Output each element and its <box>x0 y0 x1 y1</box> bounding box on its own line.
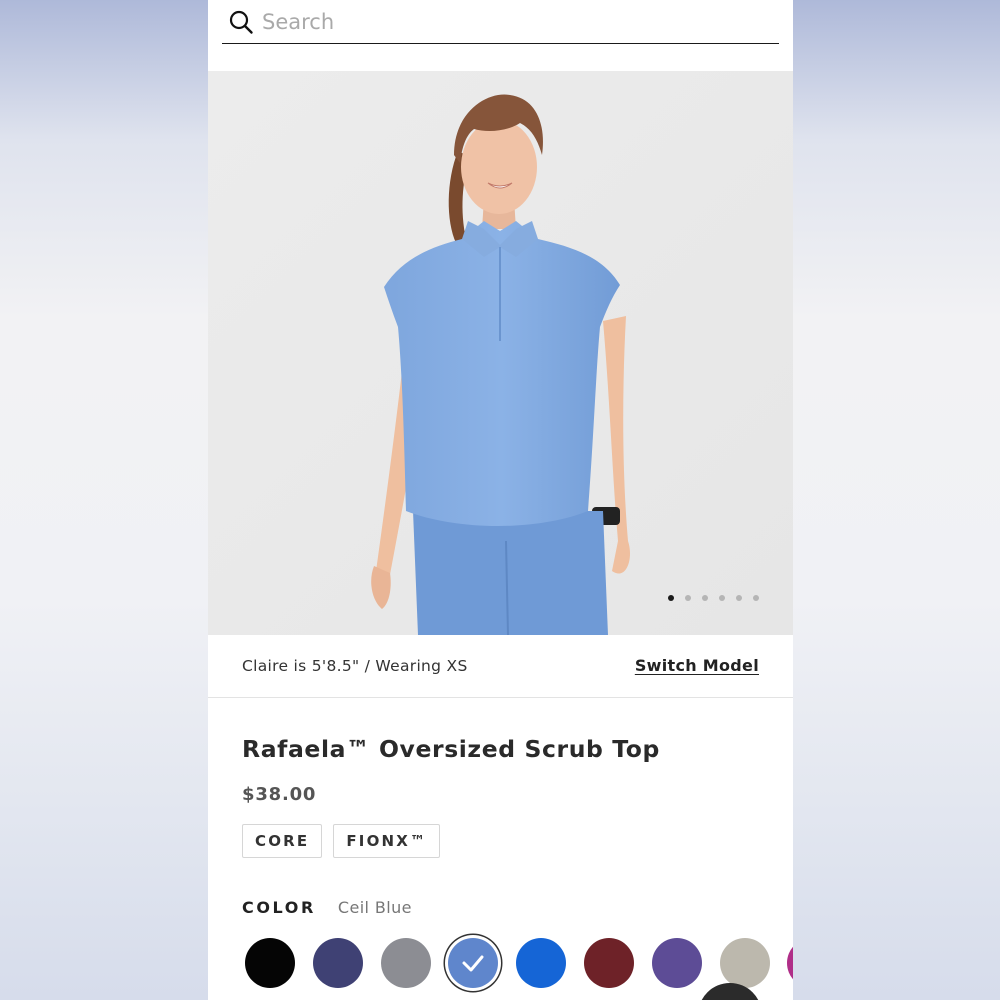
product-page: Claire is 5'8.5" / Wearing XS Switch Mod… <box>208 0 793 1000</box>
color-swatch[interactable] <box>380 938 431 988</box>
model-photo <box>208 71 793 635</box>
carousel-dot[interactable] <box>753 595 759 601</box>
color-swatches <box>245 938 793 990</box>
color-swatch[interactable] <box>448 938 499 988</box>
carousel-dot[interactable] <box>702 595 708 601</box>
carousel-dots <box>668 595 759 601</box>
color-swatch[interactable] <box>719 938 770 988</box>
selected-color-name: Ceil Blue <box>337 898 412 917</box>
color-swatch[interactable] <box>312 938 363 988</box>
search-icon[interactable] <box>228 9 254 35</box>
product-image[interactable] <box>208 71 793 635</box>
carousel-dot[interactable] <box>719 595 725 601</box>
product-tags: CORE FIONX™ <box>242 824 441 858</box>
model-info-text: Claire is 5'8.5" / Wearing XS <box>242 657 468 675</box>
color-swatch[interactable] <box>584 938 634 988</box>
color-label: COLOR <box>242 898 316 917</box>
carousel-dot[interactable] <box>668 595 674 601</box>
switch-model-link[interactable]: Switch Model <box>635 656 759 675</box>
color-swatch[interactable] <box>516 938 567 988</box>
checkmark-icon <box>462 955 484 972</box>
color-swatch[interactable] <box>787 938 793 988</box>
color-swatch[interactable] <box>245 938 295 988</box>
product-price: $38.00 <box>242 784 317 805</box>
product-title: Rafaela™ Oversized Scrub Top <box>242 735 660 763</box>
color-swatch[interactable] <box>651 938 702 988</box>
search-input[interactable] <box>262 4 742 40</box>
search-bar <box>222 0 779 44</box>
tag-fionx: FIONX™ <box>333 824 441 858</box>
tag-core: CORE <box>242 824 323 858</box>
color-header: COLOR Ceil Blue <box>242 898 412 917</box>
model-info-bar: Claire is 5'8.5" / Wearing XS Switch Mod… <box>208 635 793 698</box>
carousel-dot[interactable] <box>685 595 691 601</box>
carousel-dot[interactable] <box>736 595 742 601</box>
